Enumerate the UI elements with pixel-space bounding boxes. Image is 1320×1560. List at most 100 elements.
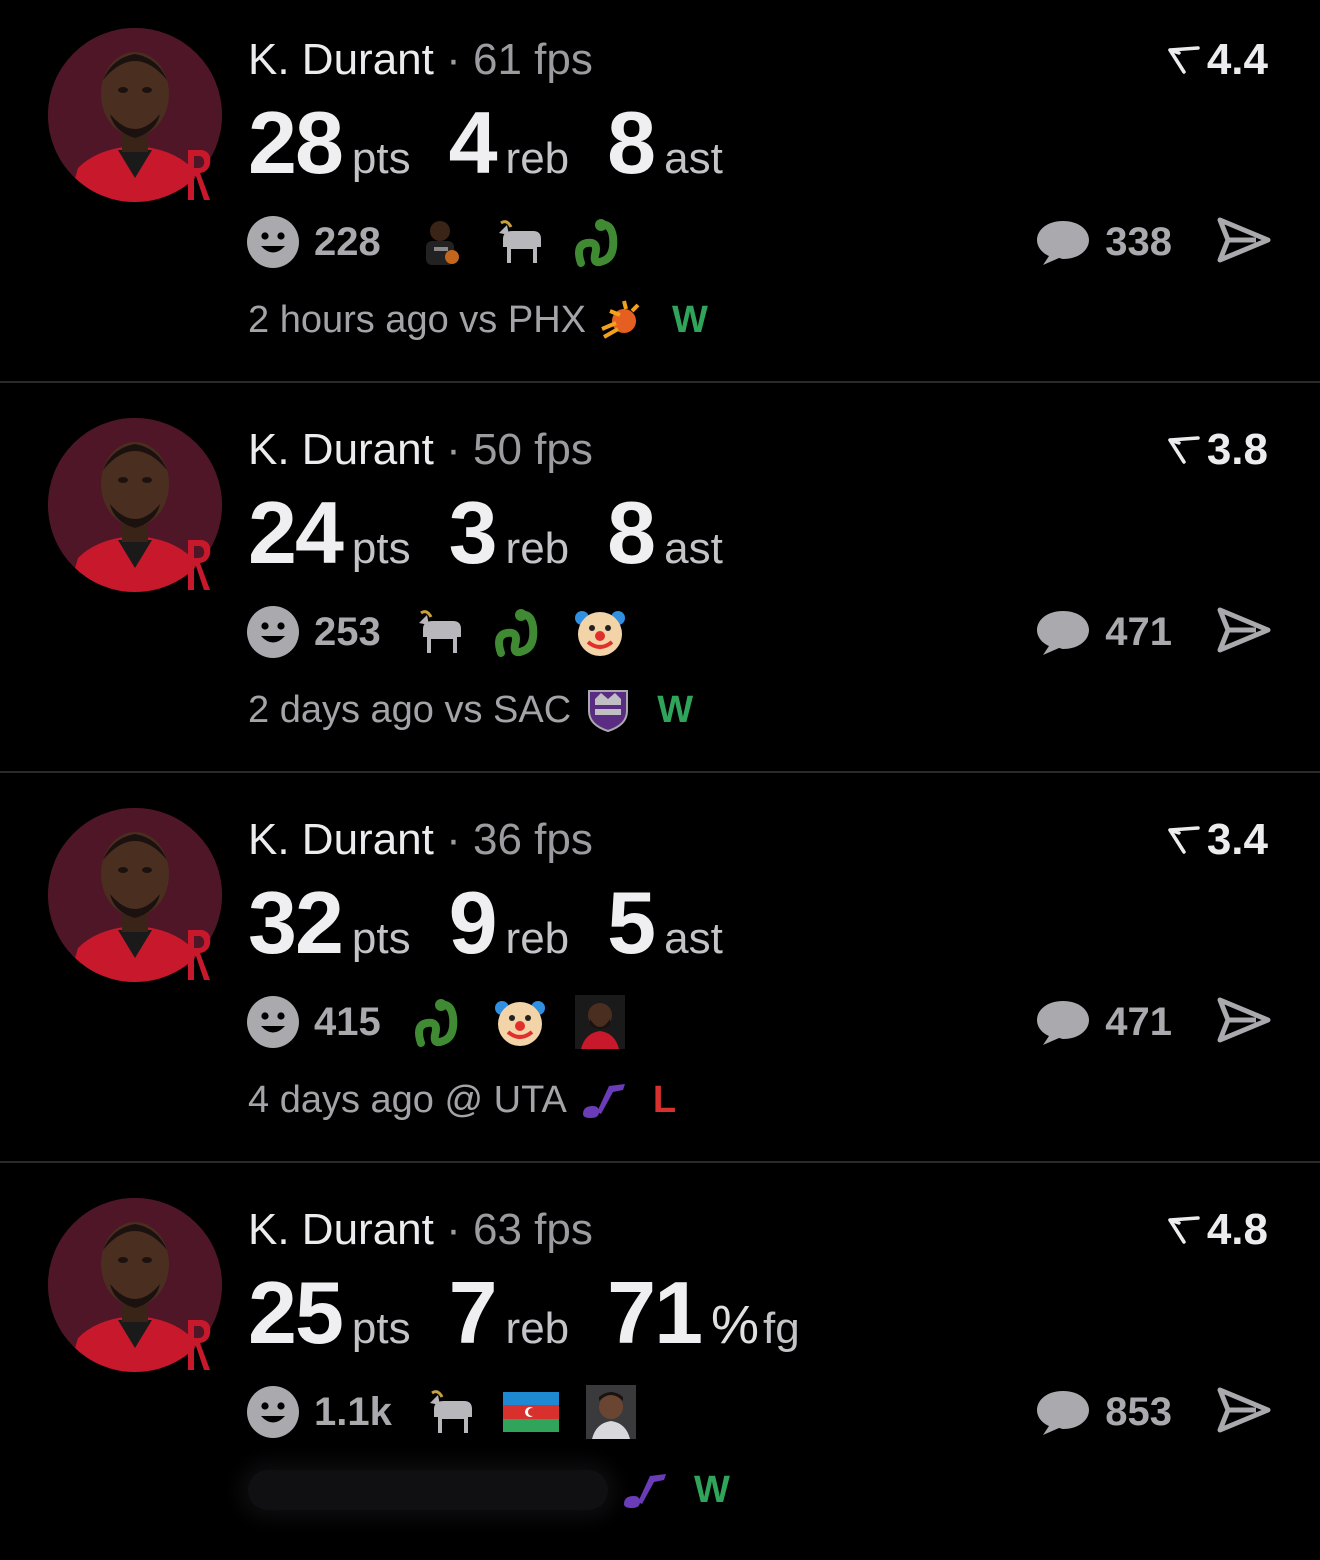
rating[interactable]: 4.4: [1167, 34, 1268, 86]
comments-button[interactable]: 853: [1035, 1382, 1172, 1442]
stat-unit: ast: [664, 134, 723, 183]
comment-count: 853: [1105, 1389, 1172, 1434]
reaction-count[interactable]: 415: [314, 1000, 381, 1045]
clown-icon[interactable]: [571, 603, 629, 661]
stat-value: 71: [607, 1263, 703, 1362]
stat-unit: pts: [351, 524, 411, 573]
reaction-count[interactable]: 1.1k: [314, 1390, 392, 1435]
stat-value: 25: [248, 1263, 344, 1362]
share-send-icon[interactable]: [1216, 604, 1272, 656]
stat-rebounds: 4 reb: [449, 92, 570, 194]
rating-arrow-icon: [1168, 46, 1200, 74]
rockets-logo-icon: [188, 1320, 211, 1370]
stat-unit: ast: [664, 524, 723, 573]
stat-value: 7: [448, 1263, 498, 1362]
goat-icon[interactable]: [422, 1383, 480, 1441]
percent-sign: %: [711, 1295, 760, 1355]
reaction-count[interactable]: 228: [314, 220, 381, 265]
rating-value: 4.4: [1206, 35, 1268, 84]
stat-rebounds: 7 reb: [449, 1262, 570, 1364]
add-reaction-smiley-icon[interactable]: [246, 995, 300, 1049]
person-photo-icon[interactable]: [582, 1383, 640, 1441]
stat-unit: reb: [505, 524, 570, 573]
stat-value: 9: [448, 873, 498, 972]
player-name[interactable]: K. Durant: [248, 425, 434, 474]
stat-points: 32 pts: [248, 872, 411, 974]
stat-value: 5: [607, 873, 656, 972]
azerbaijan-flag-icon[interactable]: [502, 1383, 560, 1441]
comment-count: 471: [1105, 609, 1172, 654]
clown-icon[interactable]: [491, 993, 549, 1051]
comment-bubble-icon: [1037, 1001, 1090, 1045]
player-name[interactable]: K. Durant: [248, 35, 434, 84]
rockets-logo-icon: [188, 540, 211, 590]
fps-label: 63 fps: [473, 1205, 593, 1254]
comment-bubble-icon: [1037, 611, 1090, 655]
add-reaction-smiley-icon[interactable]: [246, 1385, 300, 1439]
reaction-count[interactable]: 253: [314, 610, 381, 655]
post-card[interactable]: K. Durant · 61 fps 4.4 28 pts 4 reb 8 as…: [0, 0, 1320, 390]
rating-value: 4.8: [1206, 1205, 1268, 1254]
stat-value: 28: [248, 93, 344, 192]
stat-value: 32: [248, 873, 344, 972]
stat-points: 24 pts: [248, 482, 411, 584]
add-reaction-smiley-icon[interactable]: [246, 215, 300, 269]
reactions-bar: 1.1k: [246, 1382, 662, 1442]
share-send-icon[interactable]: [1216, 994, 1272, 1046]
game-result: W: [671, 298, 708, 341]
player-photo-icon[interactable]: [571, 993, 629, 1051]
rating-arrow-icon: [1168, 826, 1200, 854]
stat-points: 28 pts: [248, 92, 411, 194]
rating[interactable]: 3.8: [1167, 424, 1268, 476]
player-name[interactable]: K. Durant: [248, 1205, 434, 1254]
comments-button[interactable]: 471: [1035, 992, 1172, 1052]
jazz-logo-icon: [579, 1077, 629, 1123]
share-send-icon[interactable]: [1216, 1384, 1272, 1436]
player-photo-icon[interactable]: [411, 213, 469, 271]
post-title: K. Durant · 50 fps: [248, 424, 593, 476]
stat-unit: pts: [351, 1304, 411, 1353]
comments-button[interactable]: 471: [1035, 602, 1172, 662]
player-name[interactable]: K. Durant: [248, 815, 434, 864]
stat-value: 4: [448, 93, 498, 192]
snake-icon[interactable]: [491, 603, 549, 661]
game-info[interactable]: 2 days ago vs SAC W: [248, 682, 693, 738]
post-card[interactable]: K. Durant · 50 fps 3.8 24 pts 3 reb 8 as…: [0, 390, 1320, 780]
venue: @: [444, 1078, 484, 1121]
rating[interactable]: 3.4: [1167, 814, 1268, 866]
goat-icon[interactable]: [491, 213, 549, 271]
add-reaction-smiley-icon[interactable]: [246, 605, 300, 659]
fps-label: 50 fps: [473, 425, 593, 474]
snake-icon[interactable]: [571, 213, 629, 271]
rockets-logo-icon: [188, 930, 211, 980]
stat-rebounds: 3 reb: [449, 482, 570, 584]
stat-unit: ast: [664, 914, 723, 963]
comment-bubble-icon: [1037, 1391, 1090, 1435]
snake-icon[interactable]: [411, 993, 469, 1051]
stat-assists: 5 ast: [607, 872, 723, 974]
blurred-game-text: [248, 1470, 608, 1510]
stat-unit: %fg: [711, 1294, 800, 1356]
time-ago: 2 hours ago: [248, 298, 449, 341]
post-card[interactable]: K. Durant · 36 fps 3.4 32 pts 9 reb 5 as…: [0, 780, 1320, 1170]
game-info[interactable]: 4 days ago @ UTA L: [248, 1072, 676, 1128]
rating[interactable]: 4.8: [1167, 1204, 1268, 1256]
game-info[interactable]: 2 hours ago vs PHX W: [248, 292, 708, 348]
stat-value: 8: [607, 483, 656, 582]
title-separator: ·: [446, 425, 461, 474]
stat-assists: 8 ast: [607, 482, 723, 584]
feed: K. Durant · 61 fps 4.4 28 pts 4 reb 8 as…: [0, 0, 1320, 1541]
game-info[interactable]: W: [248, 1462, 730, 1518]
fps-label: 61 fps: [473, 35, 593, 84]
comment-count: 471: [1105, 999, 1172, 1044]
post-card[interactable]: K. Durant · 63 fps 4.8 25 pts 7 reb 71 %…: [0, 1170, 1320, 1560]
stat-line: 28 pts 4 reb 8 ast: [248, 92, 761, 192]
share-send-icon[interactable]: [1216, 214, 1272, 266]
opponent: SAC: [493, 688, 572, 731]
goat-icon[interactable]: [411, 603, 469, 661]
reactions-bar: 253: [246, 602, 651, 662]
stat-field-goal-pct: 71 %fg: [607, 1262, 800, 1364]
comments-button[interactable]: 338: [1035, 212, 1172, 272]
divider: [0, 771, 1320, 773]
kings-logo-icon: [583, 687, 633, 733]
